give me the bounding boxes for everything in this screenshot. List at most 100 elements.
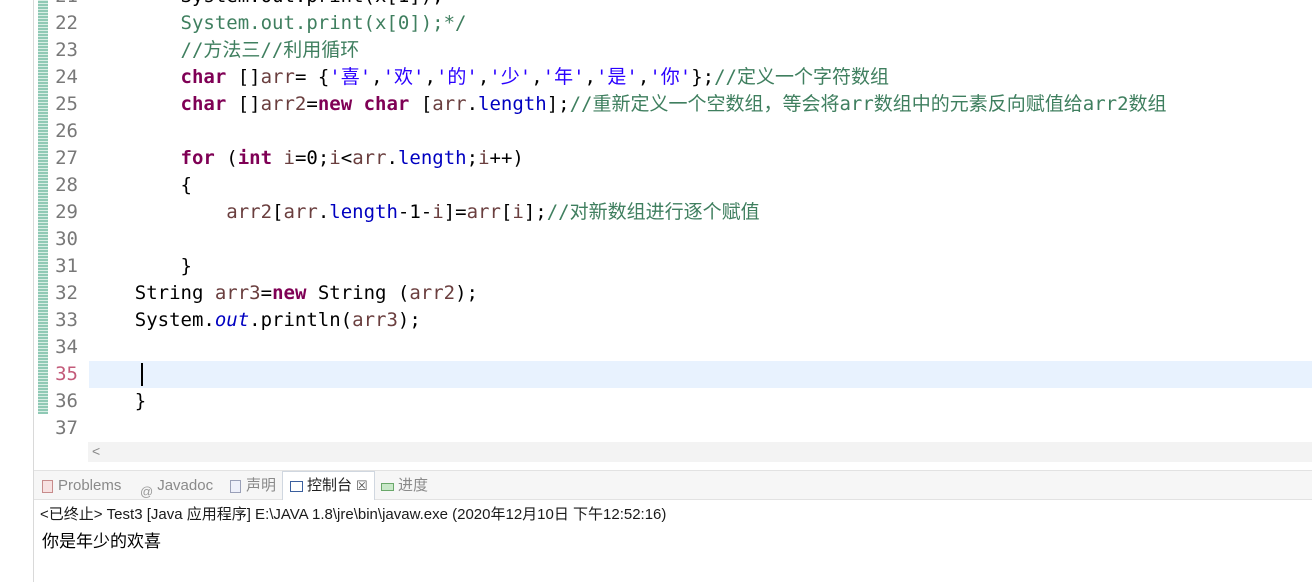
close-icon[interactable]: ☒ [356, 473, 368, 499]
code-line: } [89, 253, 1312, 280]
code-token: } [89, 390, 147, 412]
line-number: 26 [55, 120, 78, 142]
code-token: arr2 [409, 282, 456, 304]
code-token: '少' [489, 66, 532, 88]
code-token: out [214, 309, 250, 331]
code-token: String ( [306, 282, 410, 304]
code-token: '的' [435, 66, 478, 88]
code-token: ); [455, 282, 478, 304]
tab-declaration-label: 声明 [246, 477, 277, 494]
javadoc-icon: @ [140, 484, 154, 499]
code-token: [] [226, 93, 261, 115]
line-number: 25 [55, 93, 78, 115]
code-token: int [237, 147, 273, 169]
code-token: arr3 [352, 309, 398, 331]
tab-declaration[interactable]: 声明 [228, 473, 276, 499]
tab-javadoc[interactable]: @ Javadoc [140, 473, 213, 499]
code-token: = [260, 282, 273, 304]
code-token: , [477, 66, 490, 88]
code-token: arr [352, 147, 387, 169]
code-token: -1- [397, 201, 433, 223]
code-token: .println( [249, 309, 353, 331]
horizontal-scrollbar[interactable]: < [88, 442, 1312, 462]
code-line: } [89, 388, 1312, 415]
code-token: //方法三//利用循环 [89, 39, 360, 61]
tab-console-label: 控制台 [307, 477, 353, 494]
code-token: i [512, 201, 524, 223]
code-text[interactable]: System.out.print(x[1]); System.out.print… [89, 0, 1312, 442]
code-token: arr [432, 93, 467, 115]
line-number: 31 [55, 255, 78, 277]
line-number: 22 [55, 12, 78, 34]
code-token: '喜' [329, 66, 372, 88]
code-token: i [432, 201, 444, 223]
code-token: char [180, 93, 227, 115]
code-token: i [283, 147, 295, 169]
line-number: 34 [55, 336, 78, 358]
code-token: '你' [649, 66, 692, 88]
tab-progress[interactable]: 进度 [380, 473, 428, 499]
code-token: [ [272, 201, 284, 223]
progress-icon [380, 479, 394, 493]
code-token: length [397, 147, 467, 169]
code-token: ++) [489, 147, 524, 169]
code-token: String [89, 282, 215, 304]
tab-progress-label: 进度 [398, 477, 429, 494]
console-output[interactable]: 你是年少的欢喜 [42, 527, 161, 552]
code-token: = { [294, 66, 330, 88]
code-token: , [424, 66, 436, 88]
code-token: , [637, 66, 650, 88]
code-token: arr2 [226, 201, 273, 223]
code-token: arr [466, 201, 501, 223]
code-token: System.out.print(x[1]); [89, 0, 444, 7]
line-number: 36 [55, 390, 78, 412]
code-token: '是' [595, 66, 638, 88]
code-token: , [531, 66, 543, 88]
line-number: 24 [55, 66, 78, 88]
code-token: } [89, 255, 192, 277]
code-token: [ [500, 201, 513, 223]
line-number: 21 [48, 0, 78, 10]
code-token: System. [89, 309, 215, 331]
code-token: new [317, 93, 353, 115]
code-line: //方法三//利用循环 [89, 37, 1312, 64]
declaration-icon [228, 479, 242, 493]
change-ruler [38, 0, 48, 414]
tab-console[interactable]: 控制台 ☒ [282, 471, 375, 500]
code-token: i [329, 147, 341, 169]
console-status-header: <已终止> Test3 [Java 应用程序] E:\JAVA 1.8\jre\… [40, 506, 667, 523]
code-token: char [180, 66, 227, 88]
line-number: 35 [55, 363, 78, 385]
tab-problems[interactable]: Problems [40, 473, 121, 499]
code-token: for [180, 147, 215, 169]
code-token: , [584, 66, 596, 88]
line-number: 27 [55, 147, 78, 169]
code-token: }; [691, 66, 715, 88]
code-token: . [466, 93, 479, 115]
code-token: ); [397, 309, 421, 331]
line-number: 28 [55, 174, 78, 196]
code-token: ]= [443, 201, 467, 223]
view-tab-bar: Problems @ Javadoc 声明 控制台 ☒ 进度 [34, 470, 1312, 500]
code-token: //定义一个字符数组 [714, 66, 889, 88]
code-token: , [371, 66, 383, 88]
code-token: System.out.print(x[0]);*/ [89, 12, 467, 34]
scroll-left-icon[interactable]: < [92, 443, 100, 459]
code-editor[interactable]: 21 22 23 24 25 26 27 28 29 30 31 32 33 34 35 36 37 Syste… [34, 0, 1312, 442]
code-token: length [478, 93, 547, 115]
code-token: [] [226, 66, 261, 88]
code-token: ; [466, 147, 479, 169]
line-number: 32 [55, 282, 78, 304]
code-token: char [363, 93, 410, 115]
code-line: System.out.print(x[0]);*/ [89, 10, 1312, 37]
